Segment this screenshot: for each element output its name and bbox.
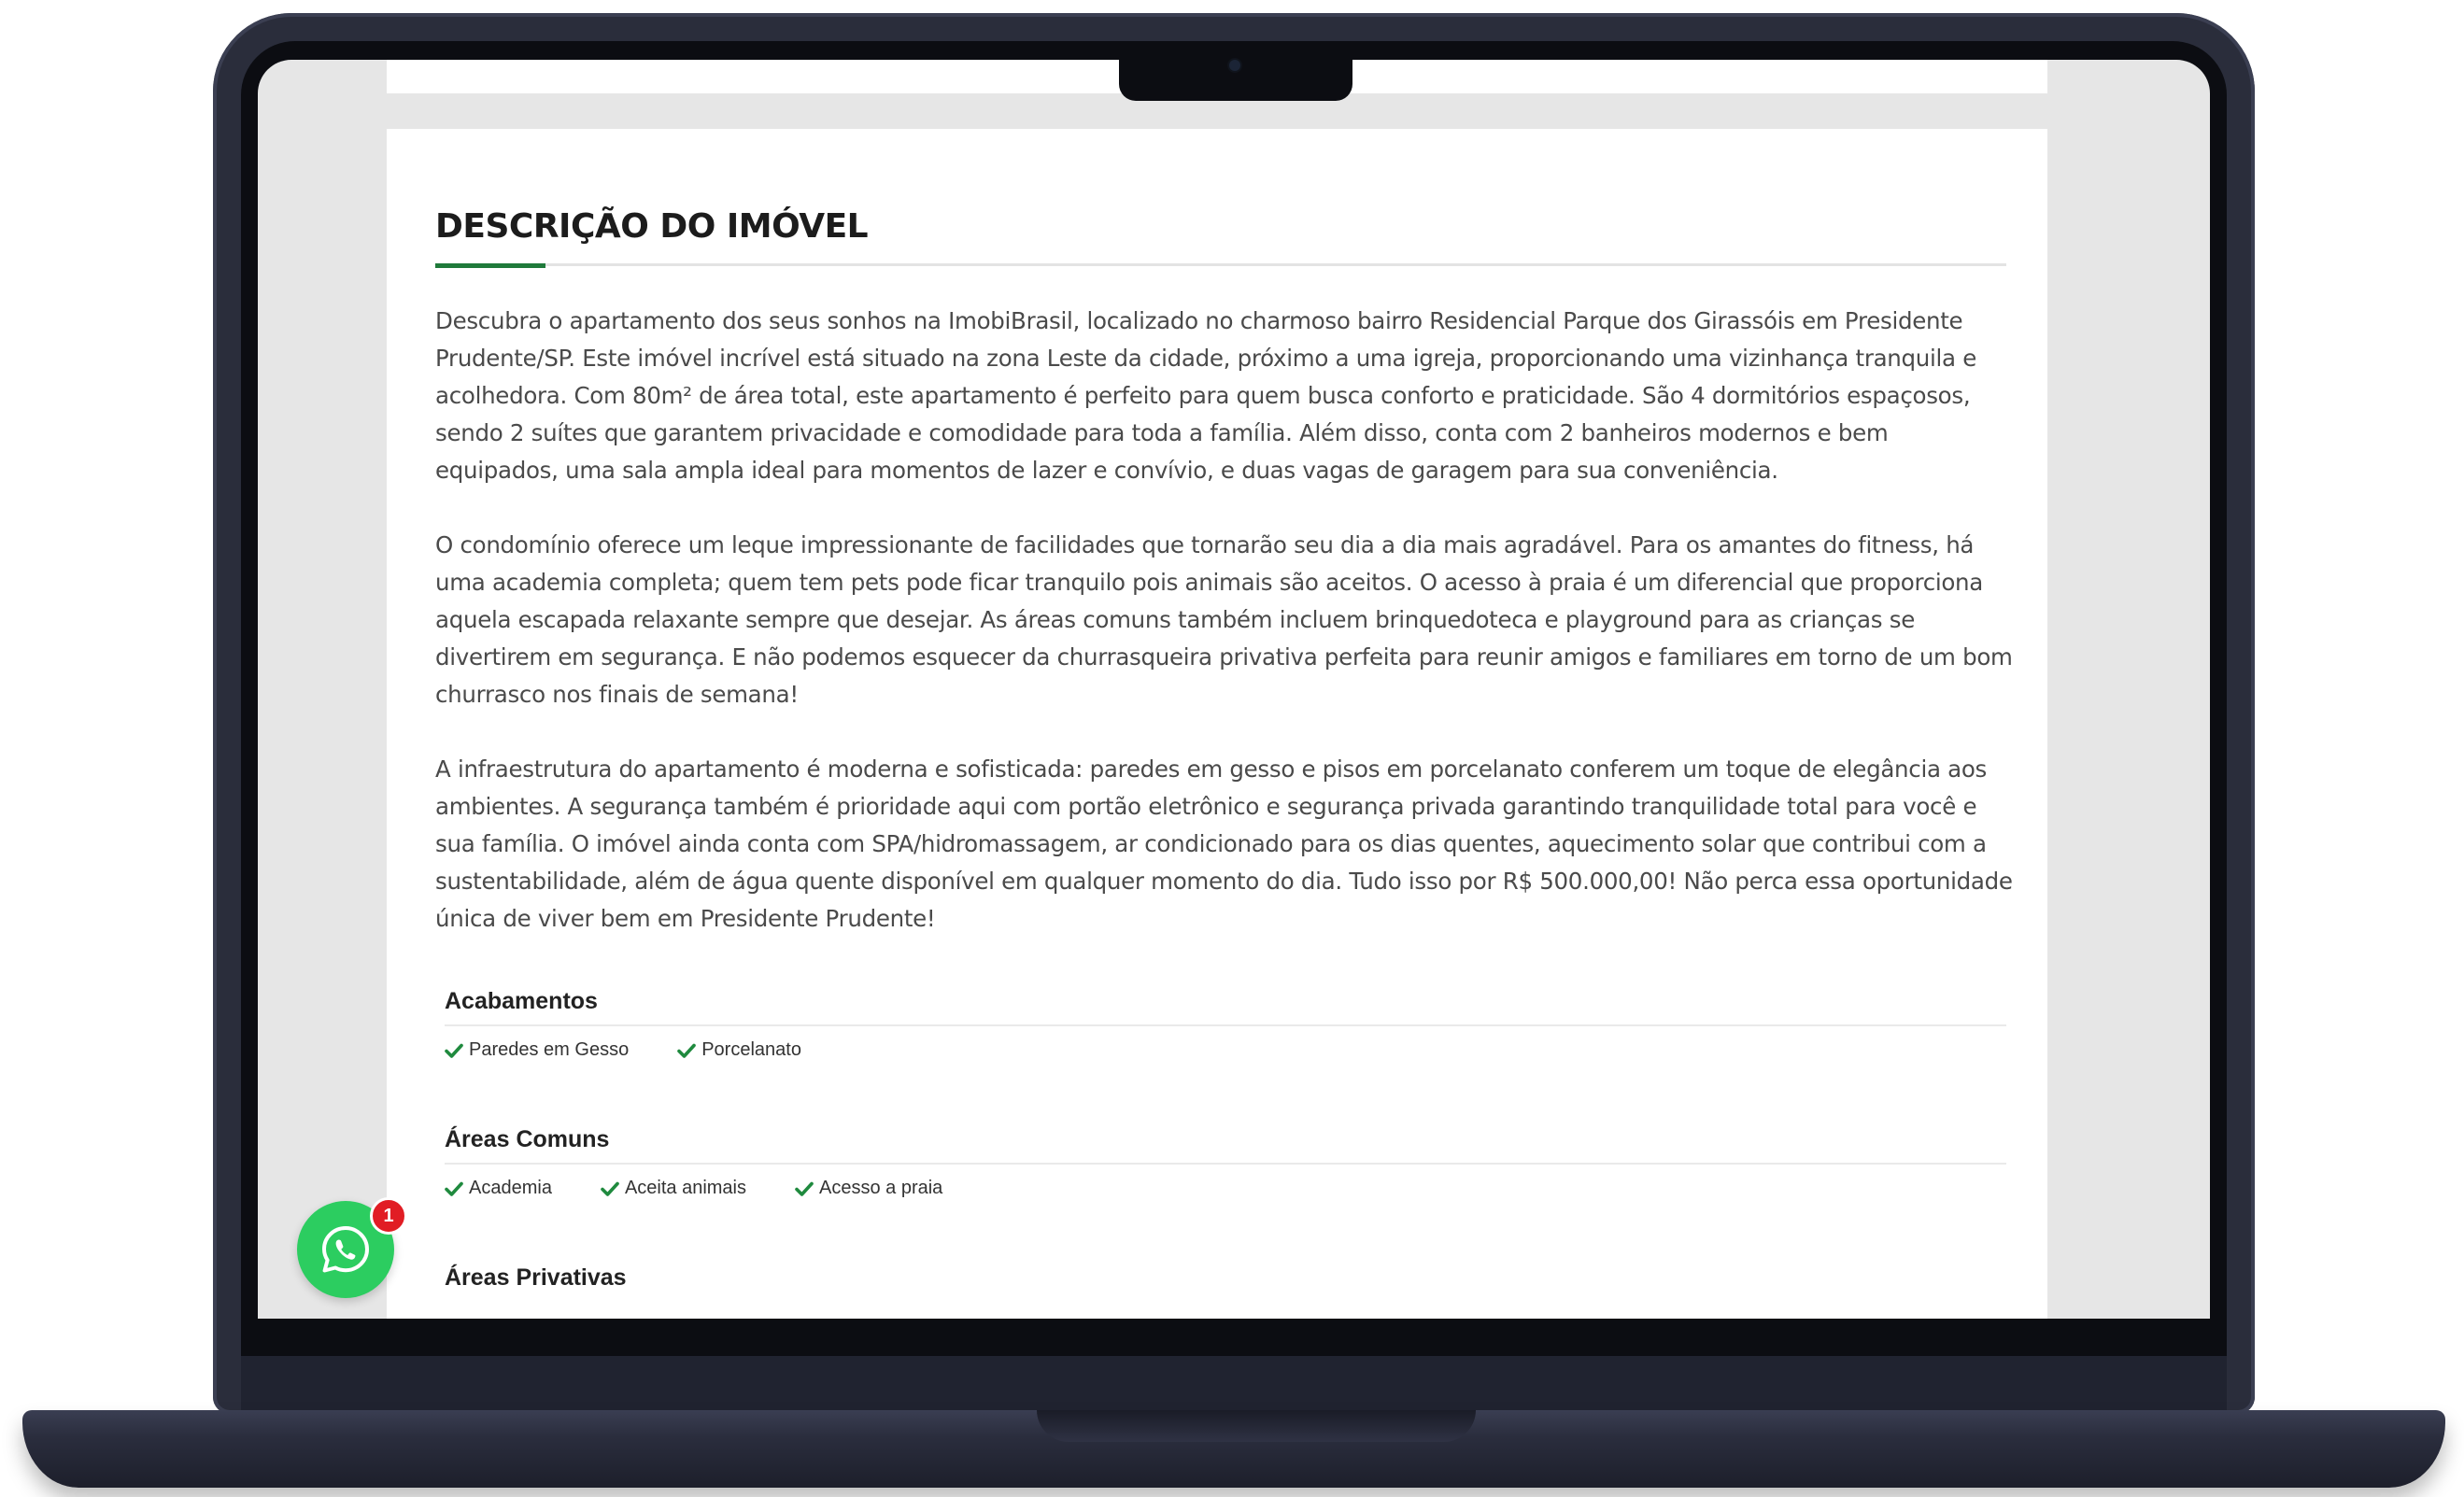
notification-badge: 1 (370, 1197, 407, 1235)
laptop-screen: DESCRIÇÃO DO IMÓVEL Descubra o apartamen… (258, 60, 2210, 1319)
check-icon (677, 1043, 697, 1058)
feature-item-label: Porcelanato (701, 1039, 801, 1060)
feature-group-areas-privativas: Áreas Privativas (445, 1264, 2006, 1292)
description-paragraph: Descubra o apartamento dos seus sonhos n… (435, 307, 1977, 484)
check-icon (445, 1181, 463, 1196)
camera-icon (1229, 60, 1240, 71)
laptop-base (22, 1410, 2445, 1488)
check-icon (601, 1181, 619, 1196)
feature-group-areas-comuns: Áreas Comuns Academia Aceita animais Ace… (445, 1126, 2006, 1199)
title-divider (435, 263, 2006, 266)
feature-list: Acabamentos Paredes em Gesso Porcelanato… (445, 988, 2006, 1319)
property-description: Descubra o apartamento dos seus sonhos n… (435, 303, 2014, 975)
feature-item: Paredes em Gesso (445, 1039, 629, 1061)
feature-item: Porcelanato (677, 1039, 801, 1061)
check-icon (445, 1043, 463, 1058)
feature-item-label: Acesso a praia (819, 1178, 943, 1198)
whatsapp-button[interactable]: 1 (297, 1197, 407, 1298)
camera-notch (1119, 41, 1352, 101)
feature-group-title: Acabamentos (445, 988, 598, 1014)
title-accent-bar (435, 263, 545, 268)
whatsapp-icon (322, 1226, 369, 1273)
laptop-chin (241, 1356, 2227, 1410)
section-title: DESCRIÇÃO DO IMÓVEL (435, 207, 869, 246)
description-card: DESCRIÇÃO DO IMÓVEL Descubra o apartamen… (387, 129, 2047, 1319)
feature-item: Academia (445, 1178, 552, 1199)
description-paragraph: A infraestrutura do apartamento é modern… (435, 756, 2013, 932)
feature-item: Acesso a praia (795, 1178, 942, 1199)
feature-group-title: Áreas Privativas (445, 1264, 627, 1291)
feature-item: Aceita animais (601, 1178, 746, 1199)
feature-item-label: Academia (469, 1178, 552, 1198)
laptop-base-notch (1037, 1410, 1476, 1442)
feature-group-title: Áreas Comuns (445, 1126, 610, 1152)
feature-group-divider (445, 1163, 2006, 1165)
description-paragraph: O condomínio oferece um leque impression… (435, 531, 2013, 708)
feature-item-label: Aceita animais (624, 1178, 746, 1198)
check-icon (795, 1181, 814, 1196)
feature-group-acabamentos: Acabamentos Paredes em Gesso Porcelanato (445, 988, 2006, 1061)
feature-item-label: Paredes em Gesso (469, 1039, 630, 1060)
feature-group-divider (445, 1024, 2006, 1026)
